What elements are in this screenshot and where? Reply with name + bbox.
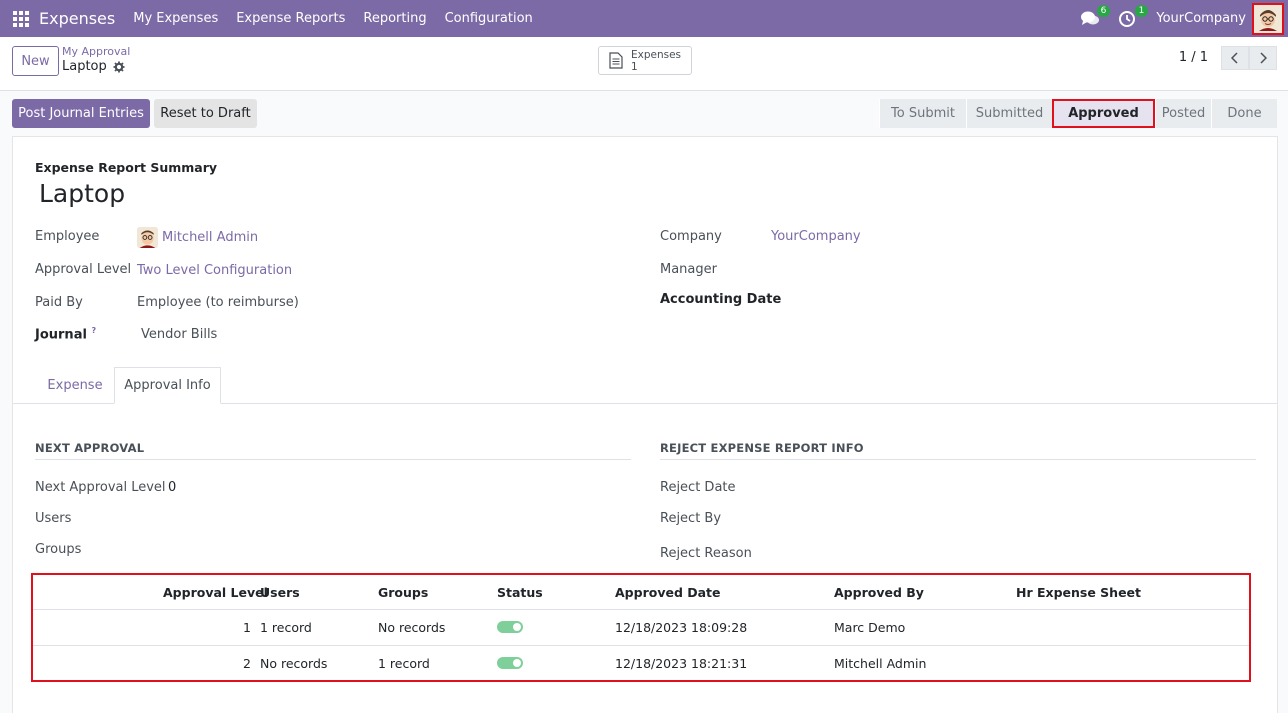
next-approval-level-value[interactable]: 0 (168, 480, 176, 495)
menu-my-expenses[interactable]: My Expenses (133, 11, 218, 26)
status-toggle[interactable] (497, 657, 523, 669)
breadcrumb-parent[interactable]: My Approval (62, 45, 130, 59)
notebook-tabs: Expense Approval Info (13, 367, 1277, 404)
col-hr-expense-sheet[interactable]: Hr Expense Sheet (1016, 585, 1141, 600)
paid-by-label: Paid By (35, 295, 83, 310)
table-row[interactable]: 2 No records 1 record 12/18/2023 18:21:3… (33, 646, 1249, 682)
chevron-left-icon (1231, 52, 1238, 64)
cell-level: 2 (243, 656, 251, 671)
cell-approved-by: Mitchell Admin (834, 656, 927, 671)
breadcrumb-current: Laptop (62, 59, 107, 74)
approval-level-label: Approval Level (35, 262, 132, 277)
menu-expense-reports[interactable]: Expense Reports (236, 11, 345, 26)
company-label: Company (660, 229, 722, 244)
reject-reason-label: Reject Reason (660, 546, 752, 561)
menu-configuration[interactable]: Configuration (445, 11, 533, 26)
pager-next-button[interactable] (1249, 46, 1277, 70)
gear-icon[interactable] (113, 61, 125, 73)
col-approved-date[interactable]: Approved Date (615, 585, 721, 600)
reject-date-label: Reject Date (660, 480, 736, 495)
accounting-date-label: Accounting Date (660, 292, 782, 307)
new-button[interactable]: New (12, 46, 59, 76)
apps-menu-icon[interactable] (13, 10, 29, 27)
employee-label: Employee (35, 229, 100, 244)
pager-previous-button[interactable] (1221, 46, 1249, 70)
smart-button-count: 1 (631, 60, 638, 73)
col-users[interactable]: Users (260, 585, 300, 600)
col-status[interactable]: Status (497, 585, 543, 600)
post-journal-entries-button[interactable]: Post Journal Entries (12, 99, 150, 128)
reset-to-draft-button[interactable]: Reset to Draft (154, 99, 257, 128)
cell-users: 1 record (260, 620, 312, 635)
messages-icon[interactable]: 6 (1080, 4, 1111, 28)
cell-groups: 1 record (378, 656, 430, 671)
pager-value[interactable]: 1 / 1 (1179, 50, 1208, 65)
journal-help-icon[interactable]: ? (91, 326, 96, 335)
cell-groups: No records (378, 620, 446, 635)
status-bar: To Submit Submitted Approved Posted Done (879, 99, 1277, 128)
smart-button-label: Expenses (631, 48, 682, 61)
record-title[interactable]: Laptop (39, 179, 125, 208)
col-approval-level[interactable]: Approval Level (163, 585, 268, 600)
user-avatar[interactable] (1252, 2, 1284, 35)
col-groups[interactable]: Groups (378, 585, 428, 600)
messages-count-badge: 6 (1096, 4, 1111, 17)
form-sheet: Expense Report Summary Laptop Employee M… (12, 136, 1278, 713)
chevron-right-icon (1260, 52, 1267, 64)
company-value[interactable]: YourCompany (771, 229, 861, 244)
employee-field[interactable]: Mitchell Admin (137, 227, 258, 248)
users-label: Users (35, 511, 72, 526)
col-approved-by[interactable]: Approved By (834, 585, 924, 600)
cell-users: No records (260, 656, 328, 671)
tab-approval-info[interactable]: Approval Info (114, 367, 221, 404)
main-menu: My Expenses Expense Reports Reporting Co… (133, 11, 551, 26)
app-name[interactable]: Expenses (39, 9, 115, 28)
summary-label: Expense Report Summary (35, 160, 218, 175)
breadcrumb: My Approval Laptop (62, 45, 130, 75)
cell-approved-date: 12/18/2023 18:21:31 (615, 656, 748, 671)
next-approval-section-title: NEXT APPROVAL (35, 441, 631, 460)
stage-approved[interactable]: Approved (1052, 99, 1155, 128)
approval-level-value[interactable]: Two Level Configuration (137, 263, 292, 278)
employee-value[interactable]: Mitchell Admin (162, 230, 258, 245)
company-switcher[interactable]: YourCompany (1156, 11, 1246, 26)
employee-avatar-icon (137, 227, 158, 248)
table-header: Approval Level Users Groups Status Appro… (33, 575, 1249, 610)
control-panel: New My Approval Laptop Expenses 1 1 / 1 (0, 37, 1288, 91)
manager-label: Manager (660, 262, 717, 277)
stage-submitted[interactable]: Submitted (966, 99, 1052, 128)
approval-table: Approval Level Users Groups Status Appro… (31, 573, 1251, 682)
cell-level: 1 (243, 620, 251, 635)
document-icon (609, 52, 623, 69)
groups-label: Groups (35, 542, 82, 557)
stage-done[interactable]: Done (1211, 99, 1277, 128)
journal-value[interactable]: Vendor Bills (141, 327, 217, 342)
menu-reporting[interactable]: Reporting (363, 11, 426, 26)
journal-label: Journal ? (35, 326, 96, 342)
activities-count-badge: 1 (1134, 4, 1149, 17)
tab-expense[interactable]: Expense (37, 367, 113, 404)
activities-clock-icon[interactable]: 1 (1118, 4, 1149, 28)
paid-by-value[interactable]: Employee (to reimburse) (137, 295, 299, 310)
top-navbar: Expenses My Expenses Expense Reports Rep… (0, 0, 1288, 37)
reject-info-section-title: REJECT EXPENSE REPORT INFO (660, 441, 1256, 460)
status-toggle[interactable] (497, 621, 523, 633)
stage-to-submit[interactable]: To Submit (879, 99, 966, 128)
expenses-smart-button[interactable]: Expenses 1 (598, 46, 692, 75)
reject-by-label: Reject By (660, 511, 722, 526)
table-row[interactable]: 1 1 record No records 12/18/2023 18:09:2… (33, 610, 1249, 646)
stage-posted[interactable]: Posted (1155, 99, 1211, 128)
cell-approved-date: 12/18/2023 18:09:28 (615, 620, 748, 635)
journal-label-text: Journal (35, 327, 87, 343)
next-approval-level-label: Next Approval Level (35, 480, 166, 495)
user-avatar-icon (1256, 6, 1280, 31)
cell-approved-by: Marc Demo (834, 620, 906, 635)
